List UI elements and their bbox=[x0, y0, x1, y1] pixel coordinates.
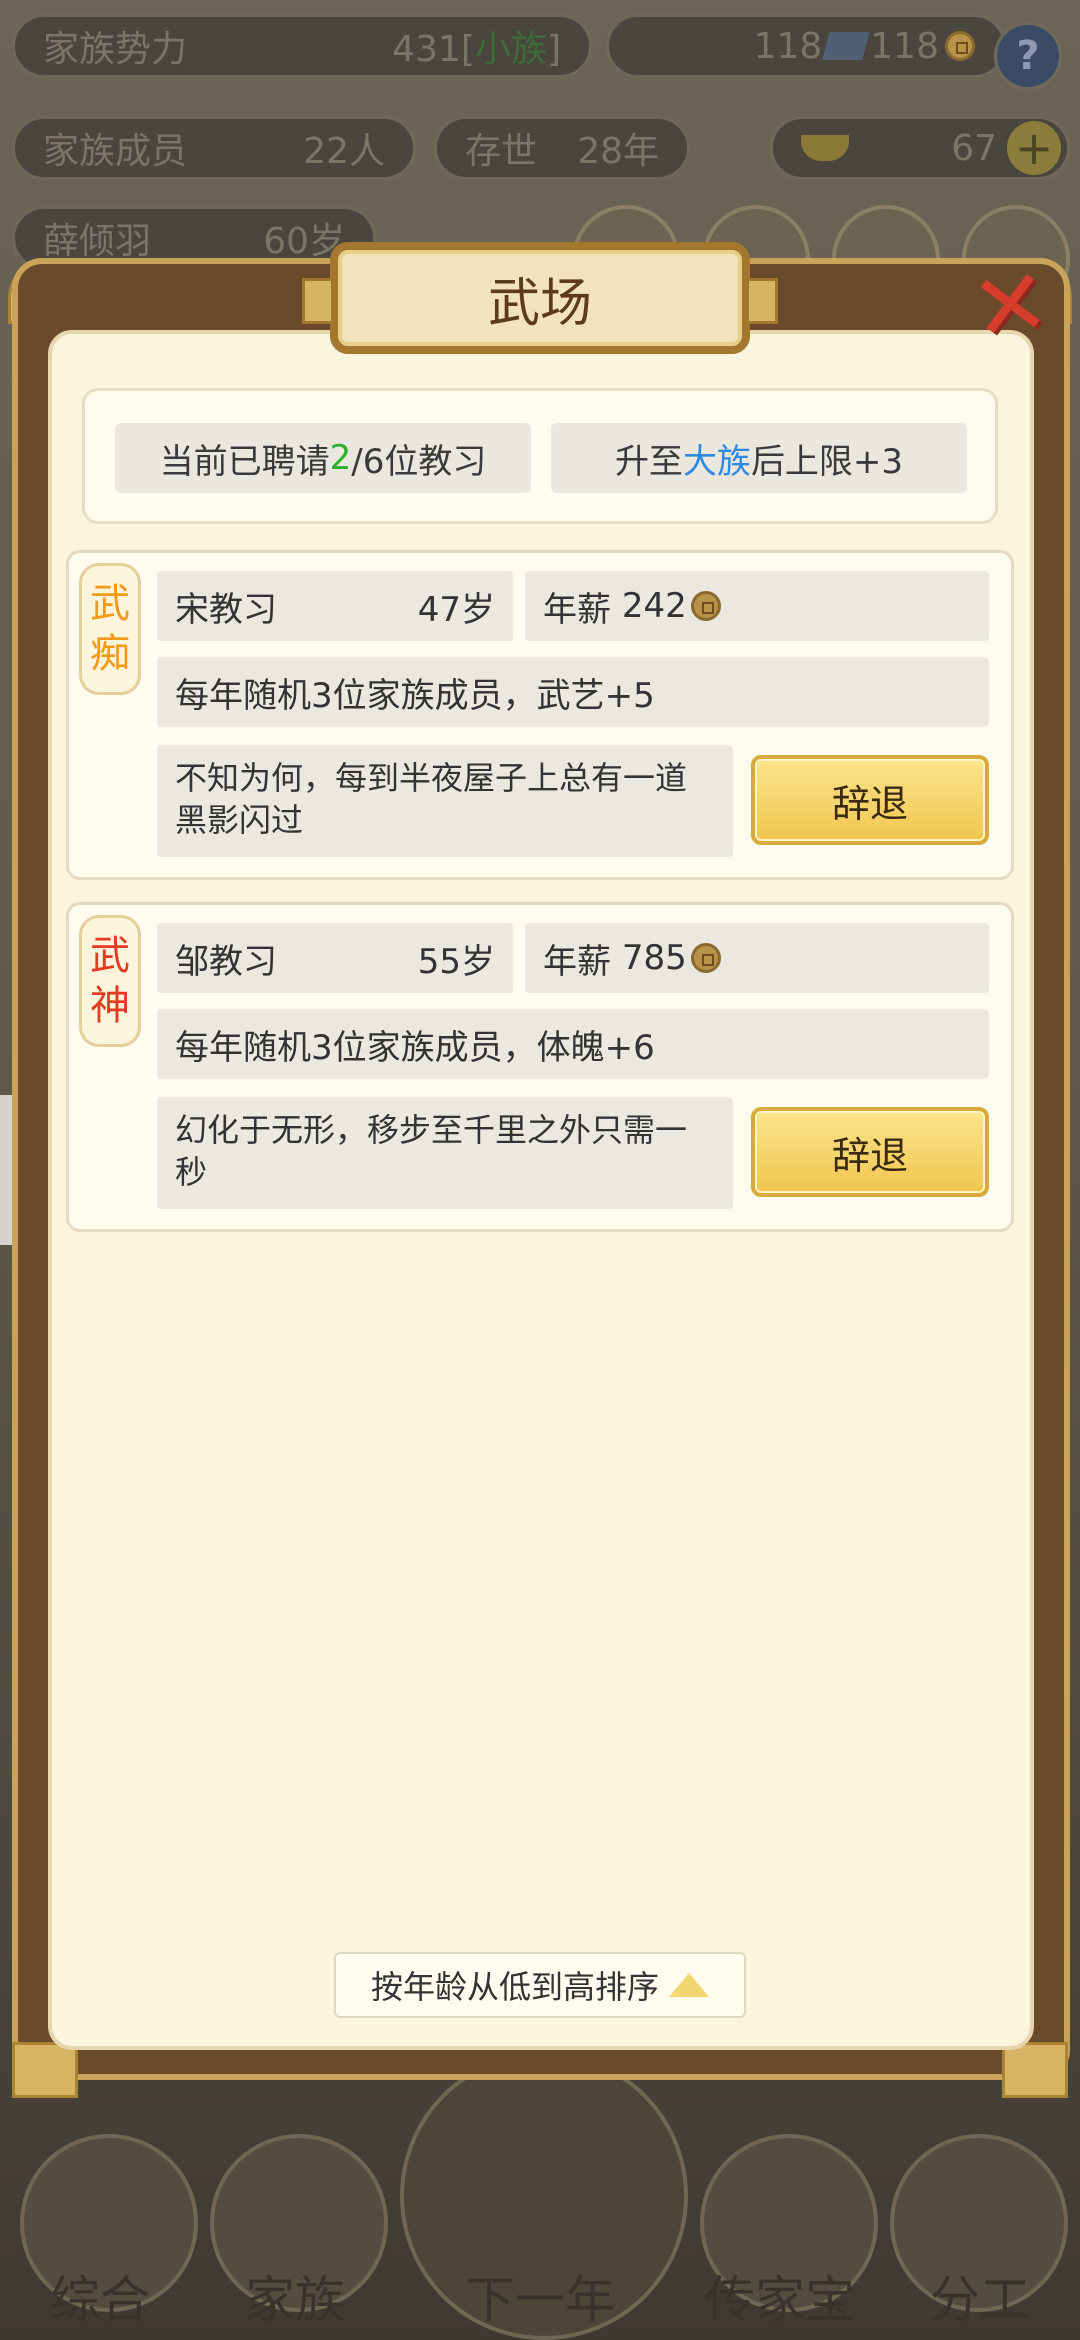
teacher-description: 不知为何，每到半夜屋子上总有一道黑影闪过 bbox=[157, 745, 733, 857]
teacher-name: 邹教习 bbox=[175, 941, 277, 982]
family-power-label: 家族势力 bbox=[43, 29, 188, 70]
silver-icon bbox=[822, 32, 871, 60]
gold-ingot-icon bbox=[801, 135, 849, 161]
teacher-age: 55岁 bbox=[417, 941, 495, 982]
family-power-bar: 家族势力 431[小族] bbox=[12, 14, 592, 78]
teacher-age: 47岁 bbox=[417, 589, 495, 630]
sort-ascending-icon bbox=[669, 1973, 709, 1997]
hired-count: 2 bbox=[329, 438, 352, 478]
modal-title-plaque: 武场 bbox=[302, 242, 778, 354]
frame-foot-right bbox=[1002, 2042, 1068, 2098]
upgrade-rank: 大族 bbox=[682, 441, 751, 482]
add-gold-button[interactable]: + bbox=[1007, 121, 1061, 175]
help-button[interactable]: ? bbox=[994, 22, 1062, 90]
bottom-nav: 综合 家族 下一年 传家宝 分工 bbox=[0, 2052, 1080, 2340]
teacher-card: 武神 邹教习 55岁 年薪 785 每年随机3位家族成员，体魄+6 幻化于无形，… bbox=[66, 902, 1014, 1232]
nav-next-year-label: 下一年 bbox=[465, 2271, 615, 2329]
modal-title: 武场 bbox=[487, 273, 592, 334]
existence-bar: 存世 28年 bbox=[434, 116, 690, 180]
members-bar: 家族成员 22人 bbox=[12, 116, 416, 180]
teacher-effect: 每年随机3位家族成员，体魄+6 bbox=[157, 1009, 989, 1079]
sort-label: 按年龄从低到高排序 bbox=[370, 1968, 659, 2006]
teacher-title-tag: 武神 bbox=[79, 915, 141, 1047]
teacher-card: 武痴 宋教习 47岁 年薪 242 每年随机3位家族成员，武艺+5 不知为何，每… bbox=[66, 550, 1014, 880]
members-value: 22人 bbox=[303, 131, 385, 172]
nav-heirloom-label: 传家宝 bbox=[705, 2271, 855, 2329]
teacher-name-age: 宋教习 47岁 bbox=[157, 571, 513, 641]
hired-count-chip: 当前已聘请 2/6位教习 bbox=[115, 423, 531, 493]
coin-value: 118 bbox=[870, 25, 939, 67]
nav-family-label: 家族 bbox=[245, 2271, 345, 2329]
teacher-salary: 年薪 785 bbox=[525, 923, 989, 993]
silver-value: 118 bbox=[753, 25, 823, 67]
upgrade-limit-chip: 升至 大族 后上限+3 bbox=[551, 423, 967, 493]
teacher-effect: 每年随机3位家族成员，武艺+5 bbox=[157, 657, 989, 727]
family-power-value: 431[小族] bbox=[392, 29, 561, 70]
teacher-name-age: 邹教习 55岁 bbox=[157, 923, 513, 993]
teacher-description: 幻化于无形，移步至千里之外只需一秒 bbox=[157, 1097, 733, 1209]
close-button[interactable]: ✕ bbox=[960, 247, 1060, 364]
currency-bar: 118 118 bbox=[606, 14, 1006, 78]
gold-value: 67 bbox=[951, 127, 997, 169]
dismiss-button[interactable]: 辞退 bbox=[751, 755, 989, 845]
teacher-name: 宋教习 bbox=[175, 589, 277, 630]
sort-by-age-button[interactable]: 按年龄从低到高排序 bbox=[334, 1952, 746, 2018]
leader-name: 薛倾羽 bbox=[43, 221, 152, 262]
teacher-title-tag: 武痴 bbox=[79, 563, 141, 695]
members-label: 家族成员 bbox=[43, 131, 188, 172]
nav-general-label: 综合 bbox=[50, 2271, 150, 2329]
coin-icon bbox=[945, 31, 975, 61]
dismiss-button[interactable]: 辞退 bbox=[751, 1107, 989, 1197]
teacher-salary: 年薪 242 bbox=[525, 571, 989, 641]
close-icon: ✕ bbox=[964, 247, 1057, 364]
coin-icon bbox=[690, 591, 721, 621]
coin-icon bbox=[690, 943, 721, 973]
frame-foot-left bbox=[12, 2042, 78, 2098]
existence-label: 存世 bbox=[465, 131, 538, 172]
nav-division-label: 分工 bbox=[930, 2271, 1030, 2329]
hire-info-card: 当前已聘请 2/6位教习 升至 大族 后上限+3 bbox=[82, 388, 998, 524]
gold-bar: 67 + bbox=[770, 116, 1070, 180]
existence-value: 28年 bbox=[577, 131, 659, 172]
